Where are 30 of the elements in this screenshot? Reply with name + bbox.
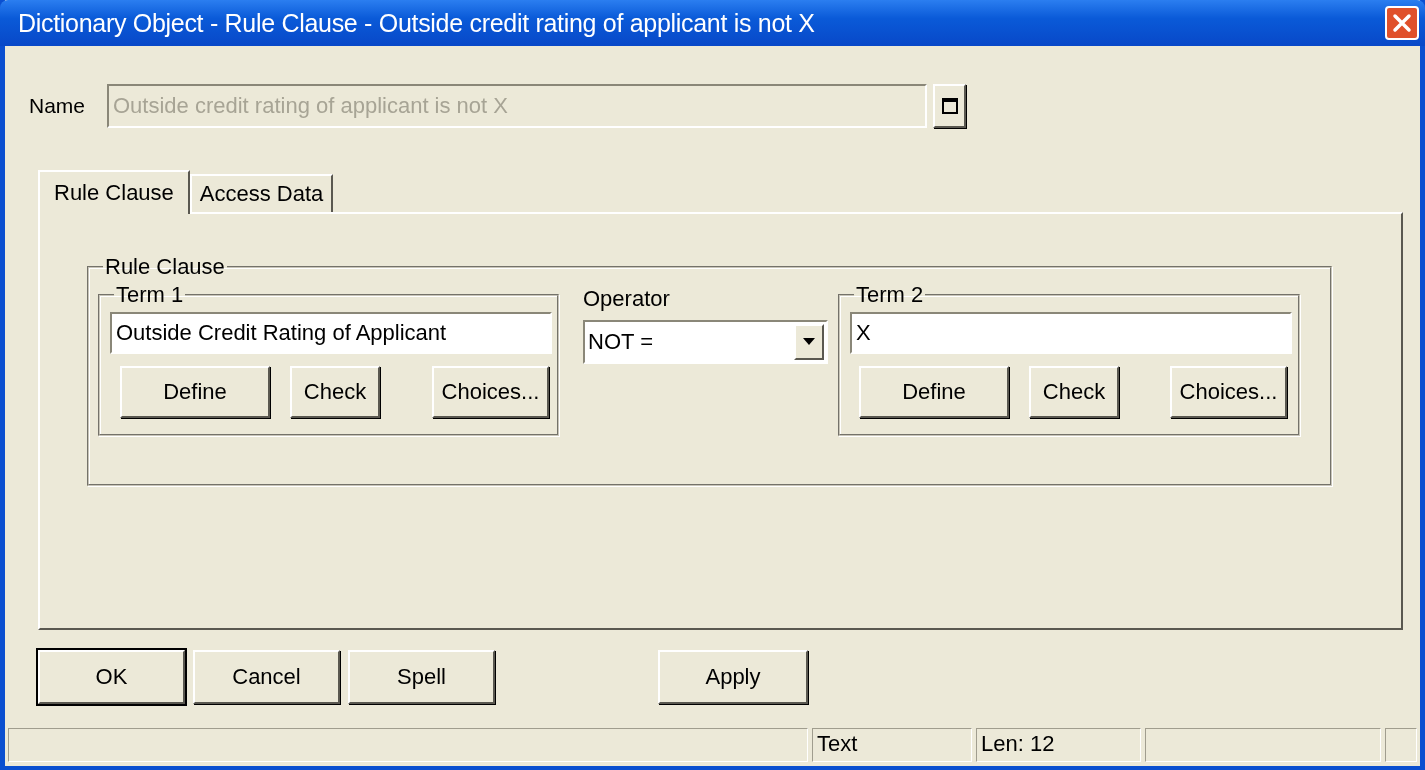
term-button[interactable]: Check [290,366,380,418]
close-button[interactable] [1385,6,1419,40]
group-label: Term 2 [855,282,925,308]
term-button[interactable]: Define [859,366,1009,418]
status-pane: Len: 12 [976,728,1141,762]
expand-button[interactable] [933,84,966,128]
term-field[interactable]: X [850,312,1292,354]
dialog-button[interactable]: Apply [658,650,808,704]
dialog-button[interactable]: OK [38,650,185,704]
dialog-button[interactable]: Cancel [193,650,340,704]
operator-value: NOT = [588,329,653,355]
operator-dropdown[interactable]: NOT = [583,320,828,364]
term-button[interactable]: Check [1029,366,1119,418]
caret-icon [803,338,815,346]
window-icon [941,98,958,114]
term-button[interactable]: Choices... [1170,366,1287,418]
status-pane: Text [812,728,972,762]
group-label: Rule Clause [104,254,226,280]
term-field[interactable]: Outside Credit Rating of Applicant [110,312,552,354]
operator-label: Operator [583,286,671,312]
window-title: Dictionary Object - Rule Clause - Outside credit rating of applicant is not X [18,8,815,38]
term-button[interactable]: Define [120,366,270,418]
group-label: Term 1 [115,282,185,308]
name-label: Name [29,94,87,118]
tab[interactable]: Rule Clause [38,170,190,214]
term-button[interactable]: Choices... [432,366,549,418]
close-icon [1391,12,1413,34]
tab[interactable]: Access Data [189,174,334,212]
dialog-button[interactable]: Spell [348,650,495,704]
status-pane [1385,728,1417,762]
